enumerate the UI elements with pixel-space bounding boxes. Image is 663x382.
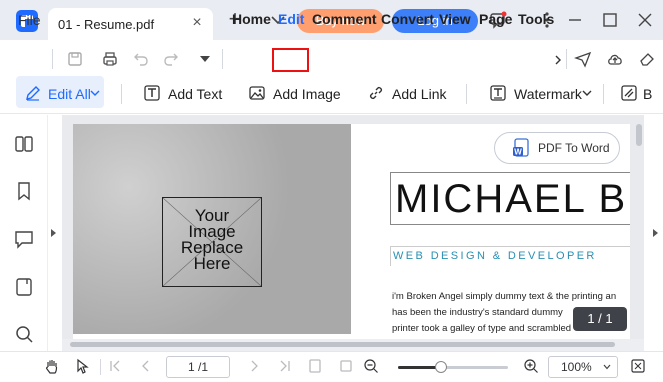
placeholder-line: Here [193, 254, 231, 273]
add-image-icon[interactable] [248, 84, 266, 102]
chevron-right-icon[interactable] [553, 55, 563, 65]
tab-title: 01 - Resume.pdf [58, 17, 155, 32]
add-text-button[interactable]: Add Text [168, 86, 222, 102]
divider [566, 49, 567, 69]
attachment-icon[interactable] [14, 277, 34, 297]
fit-page-icon[interactable] [307, 358, 323, 374]
zoom-slider-handle[interactable] [435, 361, 447, 373]
minimize-icon[interactable] [566, 11, 584, 29]
watermark-icon[interactable] [489, 84, 507, 102]
comment-icon[interactable] [14, 229, 34, 249]
menu-page[interactable]: Page [479, 11, 512, 27]
divider [222, 49, 223, 69]
edit-all-label: Edit All [48, 86, 91, 102]
add-link-button[interactable]: Add Link [392, 86, 446, 102]
add-text-icon[interactable] [143, 84, 161, 102]
edit-highlight-box [272, 48, 309, 72]
save-icon[interactable] [66, 50, 84, 68]
close-window-icon[interactable] [636, 11, 654, 29]
page-number-input[interactable]: 1 /1 [166, 356, 230, 378]
svg-text:W: W [514, 148, 522, 157]
background-icon[interactable] [620, 84, 638, 102]
eraser-icon[interactable] [638, 50, 656, 68]
file-menu[interactable]: File [18, 12, 41, 28]
resume-name: MICHAEL BU [395, 177, 630, 221]
bio-line: i'm Broken Angel simply dummy text & the… [392, 291, 617, 302]
search-icon[interactable] [14, 324, 34, 344]
resume-role: WEB DESIGN & DEVELOPER [393, 250, 597, 262]
fit-width-icon[interactable] [338, 358, 354, 374]
menu-home[interactable]: Home [232, 11, 271, 27]
dropdown-icon[interactable] [196, 50, 214, 68]
pdf-to-word-label: PDF To Word [538, 141, 610, 155]
close-tab-icon[interactable]: × [187, 13, 207, 33]
next-page-icon[interactable] [246, 358, 262, 374]
menu-edit[interactable]: Edit [278, 11, 304, 27]
select-tool-icon[interactable] [75, 358, 91, 374]
chevron-down-icon [90, 90, 100, 96]
expand-sidebar-icon[interactable] [51, 229, 56, 237]
divider [100, 359, 101, 375]
divider [121, 84, 122, 104]
menu-view[interactable]: View [439, 11, 471, 27]
expand-right-panel-icon[interactable] [653, 229, 658, 237]
chevron-down-icon[interactable] [582, 89, 592, 97]
previous-page-icon[interactable] [138, 358, 154, 374]
menu-bar [0, 40, 663, 78]
thumbnails-icon[interactable] [14, 134, 34, 154]
page-indicator: 1 / 1 [573, 307, 627, 331]
add-image-button[interactable]: Add Image [273, 86, 341, 102]
first-page-icon[interactable] [107, 358, 123, 374]
bookmark-icon[interactable] [14, 181, 34, 201]
watermark-button[interactable]: Watermark [514, 86, 582, 102]
vertical-scrollbar[interactable] [636, 124, 642, 146]
maximize-icon[interactable] [601, 11, 619, 29]
cloud-upload-icon[interactable] [606, 50, 624, 68]
print-icon[interactable] [101, 50, 119, 68]
background-button[interactable]: B [643, 86, 652, 102]
pencil-icon [26, 86, 40, 101]
zoom-in-icon[interactable] [523, 358, 539, 374]
divider [466, 84, 467, 104]
divider [603, 84, 604, 104]
divider [52, 49, 53, 69]
document-tab[interactable]: 01 - Resume.pdf × [48, 8, 213, 40]
fullscreen-icon[interactable] [630, 358, 646, 374]
send-icon[interactable] [574, 50, 592, 68]
zoom-out-icon[interactable] [363, 358, 379, 374]
hand-tool-icon[interactable] [44, 358, 60, 374]
name-text-box[interactable]: MICHAEL BU [390, 172, 630, 225]
undo-icon[interactable] [132, 50, 150, 68]
redo-icon[interactable] [162, 50, 180, 68]
last-page-icon[interactable] [277, 358, 293, 374]
chevron-down-icon[interactable] [603, 364, 611, 370]
link-icon[interactable] [367, 84, 385, 102]
menu-convert[interactable]: Convert [381, 11, 434, 27]
placeholder-text: Your Image Replace Here [162, 207, 262, 273]
menu-comment[interactable]: Comment [312, 11, 377, 27]
word-icon: W [513, 138, 529, 157]
menu-tools[interactable]: Tools [518, 11, 554, 27]
horizontal-scrollbar[interactable] [70, 342, 615, 347]
